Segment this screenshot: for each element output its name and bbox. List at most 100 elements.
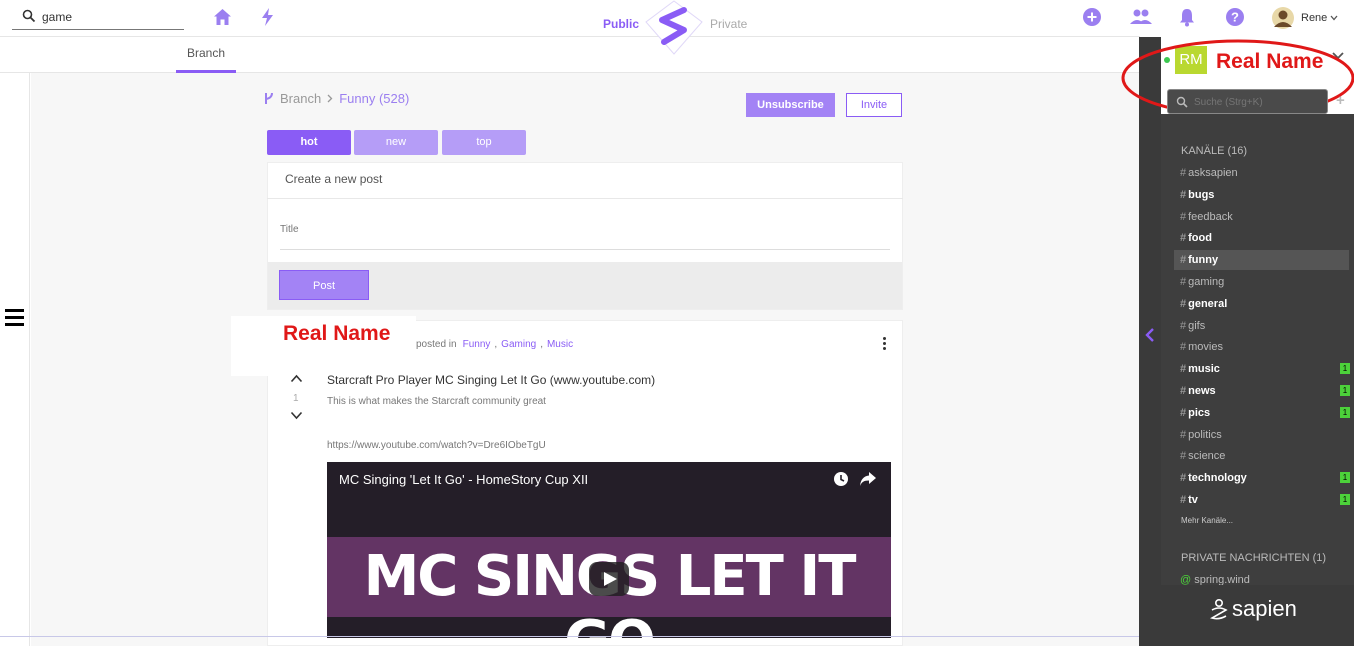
unsubscribe-button[interactable]: Unsubscribe [746,93,835,117]
video-embed[interactable]: MC Singing 'Let It Go' - HomeStory Cup X… [327,462,891,638]
user-name[interactable]: Rene [1301,12,1327,24]
author-annotation: Real Name [283,322,391,345]
global-search[interactable] [12,6,184,30]
sort-new-button[interactable]: new [354,130,438,155]
search-icon [22,9,36,23]
left-strip [0,73,30,646]
channel-item[interactable]: # food [1174,228,1349,248]
downvote-icon[interactable] [290,411,303,420]
tab-branch[interactable]: Branch [176,37,236,73]
hamburger-menu-icon[interactable] [5,309,25,329]
add-channel-icon[interactable]: + [1336,92,1345,109]
user-avatar[interactable] [1272,7,1294,29]
search-icon [1176,96,1188,108]
hash-icon: # [1180,320,1187,332]
channel-item[interactable]: # tv [1174,490,1349,510]
channel-item[interactable]: # gifs [1174,316,1349,336]
sort-hot-button[interactable]: hot [267,130,351,155]
svg-text:?: ? [1231,10,1239,25]
hash-icon: # [1180,429,1187,441]
channel-item[interactable]: # technology [1174,468,1349,488]
brand-name: sapien [1232,596,1297,621]
post-description: This is what makes the Starcraft communi… [327,396,546,407]
sidebar-search-bg [1161,114,1354,128]
invite-button[interactable]: Invite [846,93,902,117]
chevron-down-icon[interactable] [1330,15,1338,21]
category-link[interactable]: Funny [463,339,491,350]
tab-private[interactable]: Private [710,17,747,31]
channel-name: music [1188,363,1220,375]
more-options-icon[interactable] [880,337,888,351]
breadcrumb: Branch Funny (528) [264,91,409,106]
hash-icon: # [1180,254,1187,266]
hash-icon: # [1180,232,1187,244]
breadcrumb-current[interactable]: Funny (528) [339,91,409,106]
channel-item[interactable]: # music [1174,359,1349,379]
unread-badge: 1 [1340,472,1350,483]
bell-icon[interactable] [1179,8,1195,27]
channel-name: news [1188,385,1216,397]
share-icon[interactable] [859,471,877,487]
posted-in-label: posted in [416,339,457,350]
post-title-input[interactable] [280,210,890,250]
hash-icon: # [1180,189,1187,201]
post-title[interactable]: Starcraft Pro Player MC Singing Let It G… [327,373,655,387]
separator: , [494,339,498,350]
category-link[interactable]: Music [547,339,573,350]
add-circle-icon[interactable] [1083,8,1101,26]
unread-badge: 1 [1340,494,1350,505]
channel-name: general [1188,298,1228,310]
category-link[interactable]: Gaming [501,339,536,350]
channel-item[interactable]: # pics [1174,403,1349,423]
channel-item[interactable]: # politics [1174,425,1349,445]
divider [267,198,903,199]
channel-item[interactable]: # general [1174,294,1349,314]
hash-icon: # [1180,211,1187,223]
help-icon[interactable]: ? [1226,8,1244,26]
breadcrumb-root[interactable]: Branch [280,91,321,106]
tab-public[interactable]: Public [603,17,639,31]
hash-icon: # [1180,363,1187,375]
channel-name: science [1188,450,1226,462]
clock-icon[interactable] [833,471,849,487]
sapien-mark-icon [1210,598,1228,620]
channel-item[interactable]: # gaming [1174,272,1349,292]
unread-badge: 1 [1340,363,1350,374]
hash-icon: # [1180,450,1187,462]
hash-icon: # [1180,341,1187,353]
channel-item[interactable]: # funny [1174,250,1349,270]
upvote-icon[interactable] [290,374,303,383]
channel-name: tv [1188,494,1198,506]
chevron-left-icon[interactable] [1144,327,1156,343]
hash-icon: # [1180,276,1187,288]
people-icon[interactable] [1130,8,1152,26]
channel-item[interactable]: # bugs [1174,185,1349,205]
sidebar-search[interactable] [1167,89,1328,114]
hash-icon: # [1180,472,1187,484]
more-channels-link[interactable]: Mehr Kanäle... [1181,516,1233,525]
play-icon[interactable] [589,562,629,596]
channel-item[interactable]: # asksapien [1174,163,1349,183]
channel-item[interactable]: # movies [1174,337,1349,357]
bottom-line [0,636,1140,637]
video-title[interactable]: MC Singing 'Let It Go' - HomeStory Cup X… [339,472,588,487]
hash-icon: # [1180,385,1187,397]
sidebar-toggle-strip[interactable] [1139,37,1161,646]
search-input[interactable] [42,8,182,26]
channel-name: bugs [1188,189,1215,201]
channel-name: asksapien [1188,167,1238,179]
sidebar-search-input[interactable] [1194,94,1324,110]
lightning-icon[interactable] [261,8,274,26]
channel-item[interactable]: # science [1174,446,1349,466]
private-messages-heading: PRIVATE NACHRICHTEN (1) [1181,552,1327,564]
separator: , [540,339,543,350]
sort-top-button[interactable]: top [442,130,526,155]
channel-item[interactable]: # news [1174,381,1349,401]
sub-nav [0,37,1140,73]
channel-name: food [1188,232,1212,244]
post-button[interactable]: Post [279,270,369,300]
post-link[interactable]: https://www.youtube.com/watch?v=Dre6IObe… [327,440,546,451]
unread-badge: 1 [1340,385,1350,396]
channel-item[interactable]: # feedback [1174,207,1349,227]
home-icon[interactable] [213,8,232,26]
